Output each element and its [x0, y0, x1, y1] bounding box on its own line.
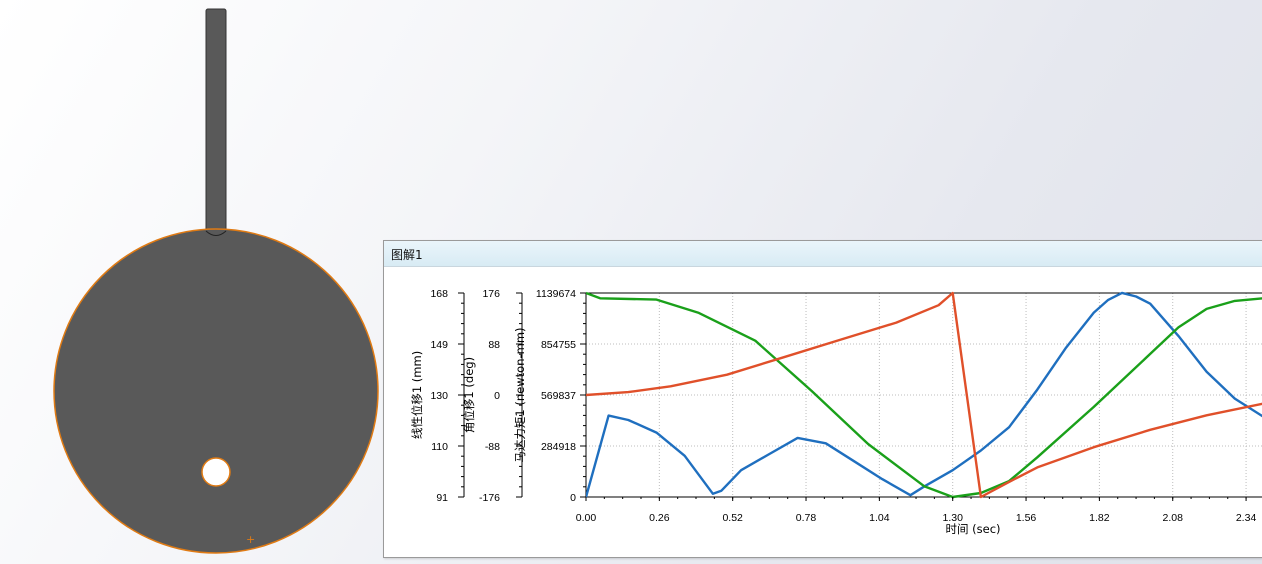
- x-tick-label: 0.00: [576, 512, 597, 524]
- plot-frame: [585, 292, 1262, 498]
- x-tick-label: 2.08: [1163, 512, 1184, 524]
- origin-marker: +: [246, 533, 255, 546]
- y-tick-label: 88: [488, 339, 500, 351]
- series-line-2: [586, 291, 1262, 499]
- y-tick-label: 569837: [541, 390, 576, 402]
- x-tick-label: 0.78: [796, 512, 817, 524]
- y-tick-label: 149: [430, 339, 448, 351]
- x-tick-label: 1.56: [1016, 512, 1037, 524]
- y-axis-title: 角位移1 (deg): [462, 357, 476, 433]
- plot-window[interactable]: 图解1 168 149 130 110 91 线性位移1 (mm) 176 88 0 -88 -17…: [383, 240, 1262, 558]
- y-tick-label: 176: [482, 288, 500, 300]
- y-tick-label: 1139674: [536, 288, 576, 300]
- x-tick-label: 0.26: [649, 512, 670, 524]
- y-tick-label: 130: [430, 390, 448, 402]
- x-tick-label: 2.34: [1236, 512, 1257, 524]
- y-axis-title: 线性位移1 (mm): [410, 351, 424, 439]
- x-tick-label: 1.04: [869, 512, 890, 524]
- y-tick-label: 91: [436, 492, 448, 504]
- x-axis-title: 时间 (sec): [945, 522, 1000, 536]
- series-line-1: [586, 291, 1262, 499]
- series-line-0: [586, 291, 1262, 498]
- y-tick-label: 0: [494, 390, 500, 402]
- y-axis-title: 马达力矩1 (newton-mm): [513, 327, 527, 462]
- plot-chart: 168 149 130 110 91 线性位移1 (mm) 176 88 0 -88 -176 角位移…: [410, 288, 1262, 536]
- y-tick-label: 0: [570, 492, 576, 504]
- x-tick-label: 0.52: [722, 512, 743, 524]
- cam-follower-shaft[interactable]: [205, 8, 227, 232]
- y-tick-label: 168: [430, 288, 448, 300]
- y-tick-label: 854755: [541, 339, 576, 351]
- x-tick-label: 1.82: [1089, 512, 1110, 524]
- y-tick-label: -176: [479, 492, 500, 504]
- y-tick-label: 110: [431, 441, 448, 453]
- cam-disc[interactable]: [53, 228, 379, 554]
- y-tick-label: -88: [485, 441, 500, 453]
- disc-hole: [201, 457, 231, 487]
- y-tick-label: 284918: [541, 441, 576, 453]
